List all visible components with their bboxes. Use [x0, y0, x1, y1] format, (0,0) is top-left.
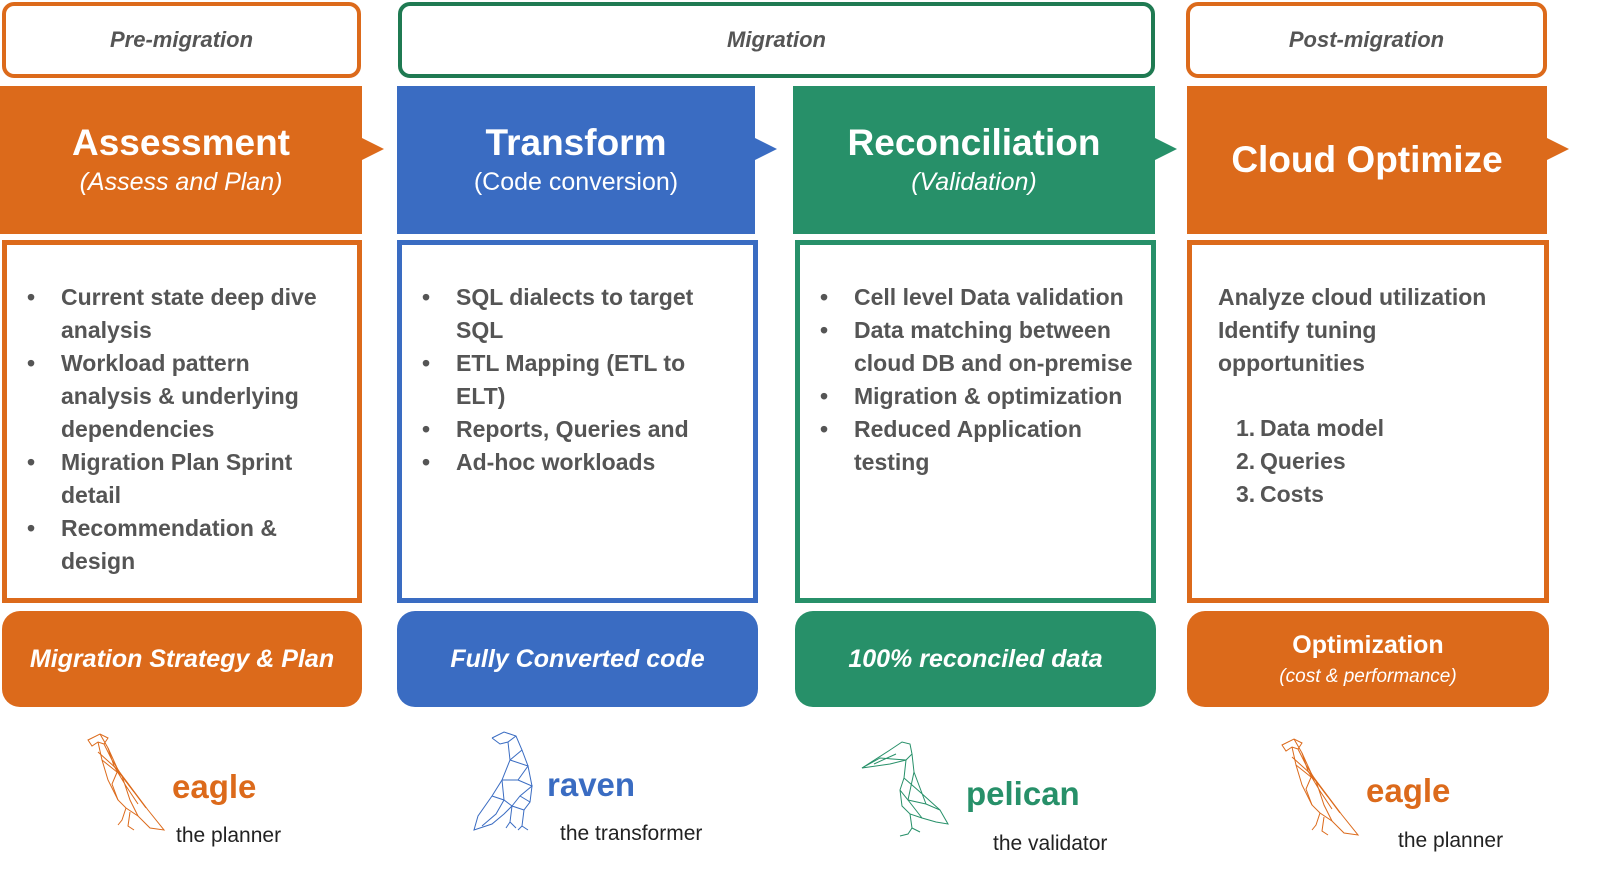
raven-icon — [473, 731, 533, 831]
bullet-item: Recommendation & design — [27, 512, 339, 578]
mascot-name: eagle — [1366, 772, 1451, 809]
arrow-right-icon — [755, 138, 777, 160]
stage-title: Assessment — [71, 122, 290, 163]
bullet-item: Current state deep dive analysis — [27, 281, 339, 347]
bullet-item: Reduced Application testing — [820, 413, 1133, 479]
eagle-icon — [87, 733, 166, 831]
item-number: 3. — [1236, 481, 1256, 507]
item-text: Costs — [1260, 481, 1324, 507]
stage-cloud-optimize: Cloud Optimize — [1187, 86, 1547, 234]
phase-label: Migration — [727, 27, 826, 52]
outcome-cloud-optimize: Optimization (cost & performance) — [1187, 611, 1549, 707]
phase-post-migration: Post-migration — [1186, 2, 1547, 78]
bullet-item: Reports, Queries and — [422, 413, 735, 446]
stage-reconciliation: Reconciliation (Validation) — [793, 86, 1155, 234]
outcome-sublabel: (cost & performance) — [1279, 665, 1457, 687]
bullet-item: Workload pattern analysis & underlying d… — [27, 347, 339, 446]
phase-label: Pre-migration — [109, 27, 254, 52]
stage-assessment: Assessment (Assess and Plan) — [0, 86, 362, 234]
bullet-item: Cell level Data validation — [820, 281, 1133, 314]
outcome-label: Migration Strategy & Plan — [29, 644, 335, 673]
stage-subtitle: (Assess and Plan) — [79, 168, 283, 196]
content-transform: SQL dialects to target SQL ETL Mapping (… — [397, 240, 758, 603]
bullet-item: Migration & optimization — [820, 380, 1133, 413]
numbered-item: 1. Data model — [1236, 412, 1526, 445]
eagle-icon — [1281, 738, 1360, 836]
pelican-icon — [861, 741, 949, 837]
item-text: Data model — [1260, 415, 1384, 441]
phase-label: Post-migration — [1288, 27, 1445, 52]
outcome-transform: Fully Converted code — [397, 611, 758, 707]
arrow-right-icon — [1155, 138, 1177, 160]
numbered-item: 2. Queries — [1236, 445, 1526, 478]
item-number: 2. — [1236, 448, 1256, 474]
mascot-role: the planner — [1398, 829, 1504, 852]
content-assessment: Current state deep dive analysis Workloa… — [2, 240, 362, 603]
mascot-name: pelican — [966, 775, 1080, 812]
item-number: 1. — [1236, 415, 1256, 441]
stage-title: Reconciliation — [847, 122, 1101, 163]
arrow-right-icon — [1547, 138, 1569, 160]
bullet-item: SQL dialects to target SQL — [422, 281, 735, 347]
text-line: Analyze cloud utilization — [1218, 284, 1487, 310]
outcome-assessment: Migration Strategy & Plan — [2, 611, 362, 707]
phase-migration: Migration — [398, 2, 1155, 78]
stage-title: Transform — [485, 122, 667, 163]
outcome-reconciliation: 100% reconciled data — [795, 611, 1156, 707]
bullet-item: Migration Plan Sprint detail — [27, 446, 339, 512]
stage-subtitle: (Code conversion) — [473, 168, 679, 196]
content-cloud-optimize: Analyze cloud utilization Identify tunin… — [1187, 240, 1549, 603]
outcome-label: Optimization — [1292, 630, 1444, 659]
stage-transform: Transform (Code conversion) — [397, 86, 755, 234]
arrow-right-icon — [362, 138, 384, 160]
mascot-name: raven — [547, 766, 636, 803]
mascot-role: the transformer — [560, 822, 703, 845]
outcome-label: Fully Converted code — [450, 644, 705, 673]
mascot-name: eagle — [172, 768, 257, 805]
text-line: Identify tuning opportunities — [1218, 317, 1377, 376]
mascot-role: the planner — [176, 824, 282, 847]
bullet-item: Data matching between cloud DB and on-pr… — [820, 314, 1133, 380]
item-text: Queries — [1260, 448, 1346, 474]
bullet-item: Ad-hoc workloads — [422, 446, 735, 479]
numbered-item: 3. Costs — [1236, 478, 1526, 511]
phase-pre-migration: Pre-migration — [2, 2, 361, 78]
stage-title: Cloud Optimize — [1231, 139, 1503, 180]
mascot-role: the validator — [993, 832, 1108, 855]
outcome-label: 100% reconciled data — [848, 644, 1103, 673]
content-reconciliation: Cell level Data validation Data matching… — [795, 240, 1156, 603]
bullet-item: ETL Mapping (ETL to ELT) — [422, 347, 735, 413]
stage-subtitle: (Validation) — [911, 168, 1037, 196]
